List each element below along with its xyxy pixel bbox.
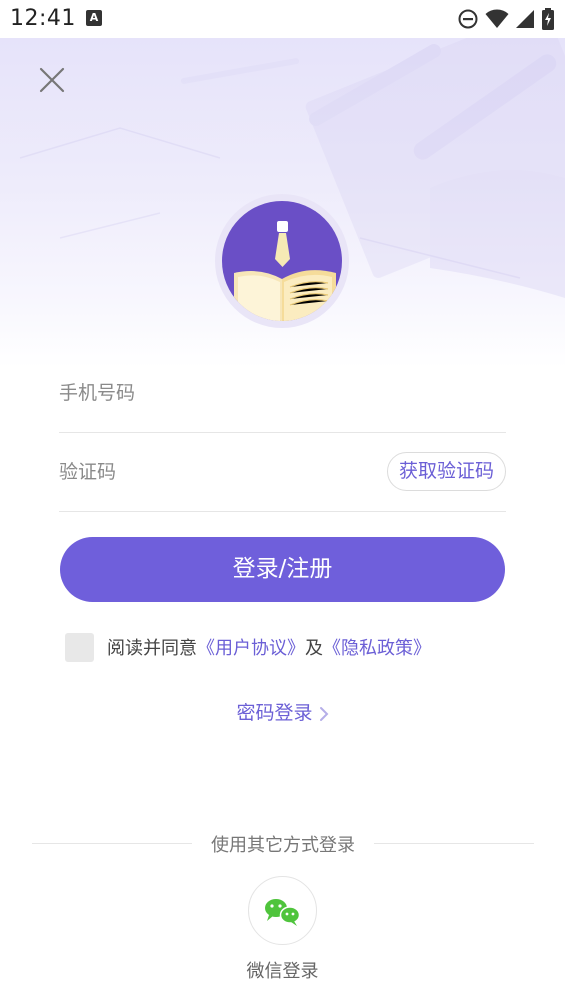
password-login-label: 密码登录 bbox=[236, 702, 313, 724]
close-icon[interactable] bbox=[36, 64, 68, 96]
status-icons bbox=[457, 8, 555, 30]
do-not-disturb-icon bbox=[458, 9, 478, 29]
agreement-prefix: 阅读并同意 bbox=[107, 638, 197, 659]
privacy-policy-link[interactable]: 《隐私政策》 bbox=[323, 634, 431, 660]
wechat-login-button[interactable] bbox=[248, 876, 317, 945]
other-login-text: 使用其它方式登录 bbox=[211, 835, 355, 856]
signal-icon bbox=[516, 10, 534, 28]
wechat-icon bbox=[265, 899, 301, 926]
verification-code-field: 获取验证码 bbox=[59, 433, 506, 512]
status-bar: 12:41 A bbox=[0, 0, 565, 38]
agreement-row: 阅读并同意 《用户协议》 及 《隐私政策》 bbox=[65, 632, 431, 662]
verification-code-input[interactable] bbox=[59, 433, 359, 511]
wechat-login-label: 微信登录 bbox=[246, 961, 319, 982]
logo-book-tie-icon bbox=[222, 201, 342, 321]
divider-line-right bbox=[374, 843, 534, 844]
get-code-button[interactable]: 获取验证码 bbox=[386, 452, 506, 491]
phone-input[interactable] bbox=[59, 354, 359, 432]
password-login-link[interactable]: 密码登录 bbox=[0, 698, 565, 725]
other-login-divider: 使用其它方式登录 bbox=[32, 830, 534, 858]
logo-circle bbox=[222, 201, 342, 321]
battery-icon bbox=[542, 8, 554, 30]
chevron-right-icon bbox=[319, 706, 328, 721]
user-agreement-link[interactable]: 《用户协议》 bbox=[197, 634, 305, 660]
notification-badge-icon: A bbox=[86, 10, 102, 26]
agreement-conjunction: 及 bbox=[305, 638, 323, 659]
app-logo bbox=[215, 194, 349, 328]
login-register-button[interactable]: 登录/注册 bbox=[60, 537, 505, 602]
phone-field bbox=[59, 354, 506, 433]
agreement-checkbox[interactable] bbox=[65, 632, 94, 662]
status-time: 12:41 bbox=[10, 6, 76, 31]
wifi-icon bbox=[485, 9, 509, 28]
